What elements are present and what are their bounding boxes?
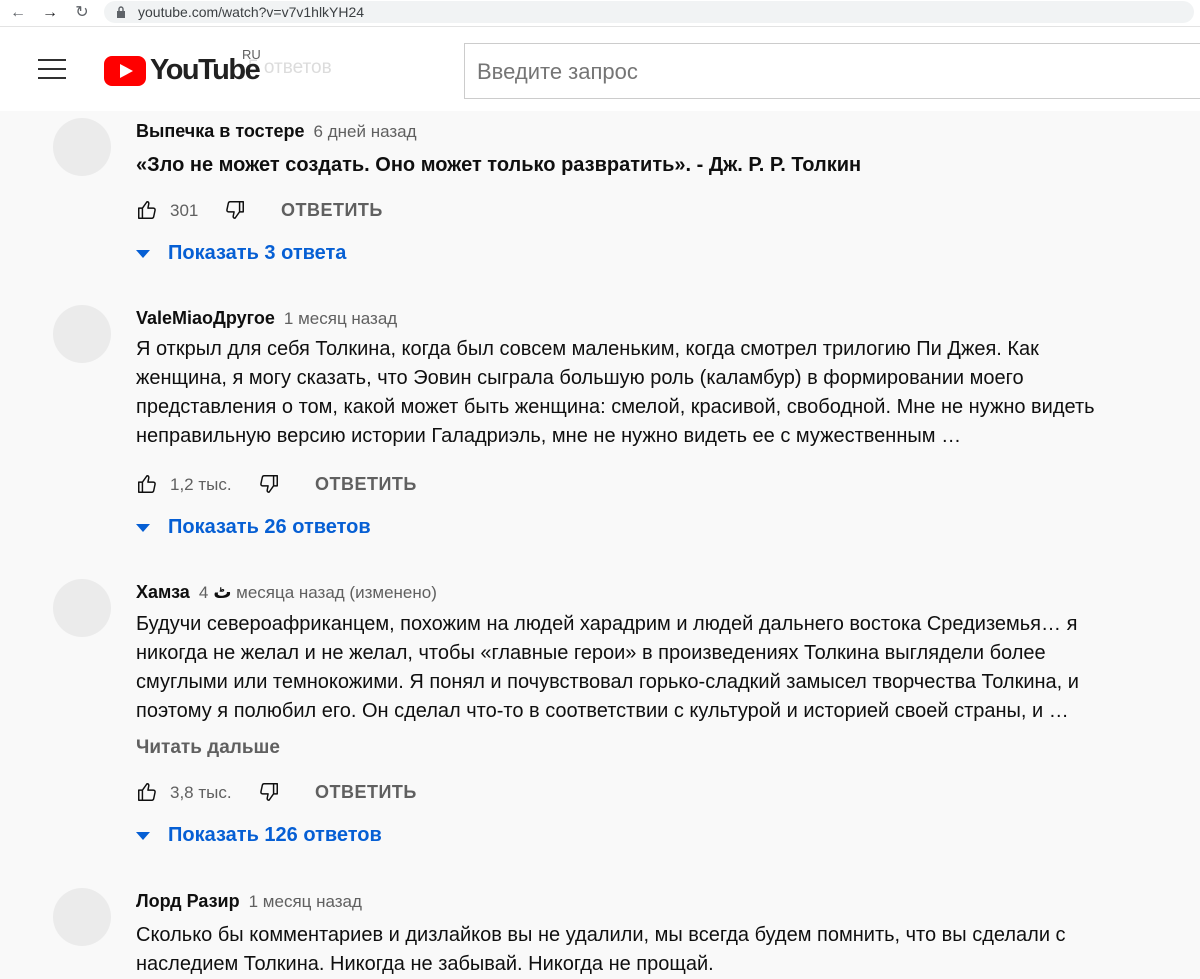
avatar[interactable] <box>53 305 111 363</box>
thumbs-down-icon[interactable] <box>258 781 280 803</box>
comment-header: Лорд Разир 1 месяц назад <box>136 891 362 912</box>
show-replies-label: Показать 126 ответов <box>168 824 382 846</box>
caret-down-icon <box>136 832 150 840</box>
comment-time[interactable]: 4 месяца назад (изменено) <box>199 583 437 602</box>
like-count: 1,2 тыс. <box>170 475 232 494</box>
comment-author[interactable]: Выпечка в тостере <box>136 121 305 141</box>
comment-header: Выпечка в тостере 6 дней назад <box>136 121 417 142</box>
comment-text: Я открыл для себя Толкина, когда был сов… <box>136 338 1095 447</box>
caret-down-icon <box>136 524 150 532</box>
reply-button[interactable]: ОТВЕТИТЬ <box>281 200 383 221</box>
comment-header: ValeMiaoДругое 1 месяц назад <box>136 308 397 329</box>
comment-time[interactable]: 1 месяц назад <box>284 309 397 328</box>
lock-icon <box>117 6 125 18</box>
play-logo-icon <box>104 56 146 86</box>
comment-actions: 3,8 тыс. ОТВЕТИТЬ <box>136 781 636 805</box>
thumbs-up-icon[interactable] <box>136 199 158 221</box>
menu-icon[interactable] <box>38 57 66 81</box>
avatar[interactable] <box>53 888 111 946</box>
back-icon[interactable]: ← <box>8 3 28 23</box>
thumbs-up-icon[interactable] <box>136 781 158 803</box>
read-more-link[interactable]: Читать дальше <box>136 737 280 759</box>
comment-time[interactable]: 6 дней назад <box>314 122 417 141</box>
comment-author[interactable]: ValeMiaoДругое <box>136 308 275 328</box>
url-text: youtube.com/watch?v=v7v1hlkYH24 <box>138 4 365 20</box>
reply-button[interactable]: ОТВЕТИТЬ <box>315 782 417 803</box>
search-box[interactable] <box>464 43 1200 99</box>
address-bar[interactable]: youtube.com/watch?v=v7v1hlkYH24 <box>104 1 1194 23</box>
comment-text: «Зло не может создать. Оно может только … <box>136 154 862 176</box>
youtube-logo[interactable]: YouTube <box>104 54 261 86</box>
show-replies-label: Показать 26 ответов <box>168 516 371 538</box>
comment-actions: 301 ОТВЕТИТЬ <box>136 199 636 223</box>
comment-actions: 1,2 тыс. ОТВЕТИТЬ <box>136 473 636 497</box>
masthead: 5 ответов YouTube RU <box>0 27 1200 111</box>
reply-button[interactable]: ОТВЕТИТЬ <box>315 474 417 495</box>
thumbs-down-icon[interactable] <box>258 473 280 495</box>
comment-text: Сколько бы комментариев и дизлайков вы н… <box>136 924 1066 975</box>
thumbs-down-icon[interactable] <box>224 199 246 221</box>
search-input[interactable] <box>475 56 1179 88</box>
browser-toolbar: ← → ↻ youtube.com/watch?v=v7v1hlkYH24 <box>0 0 1200 27</box>
comment-author[interactable]: Хамза ٹ <box>136 582 231 602</box>
show-replies-label: Показать 3 ответа <box>168 242 347 264</box>
like-count: 301 <box>170 201 199 220</box>
avatar[interactable] <box>53 118 111 176</box>
comment-time[interactable]: 1 месяц назад <box>249 892 362 911</box>
avatar[interactable] <box>53 579 111 637</box>
region-label: RU <box>242 47 261 62</box>
comment-header: Хамза ٹ 4 месяца назад (изменено) <box>136 582 437 603</box>
caret-down-icon <box>136 250 150 258</box>
forward-icon[interactable]: → <box>40 3 60 23</box>
like-count: 3,8 тыс. <box>170 783 232 802</box>
reload-icon[interactable]: ↻ <box>72 3 92 23</box>
comment-author[interactable]: Лорд Разир <box>136 891 240 911</box>
thumbs-up-icon[interactable] <box>136 473 158 495</box>
comment-text: Будучи североафриканцем, похожим на люде… <box>136 613 1079 722</box>
